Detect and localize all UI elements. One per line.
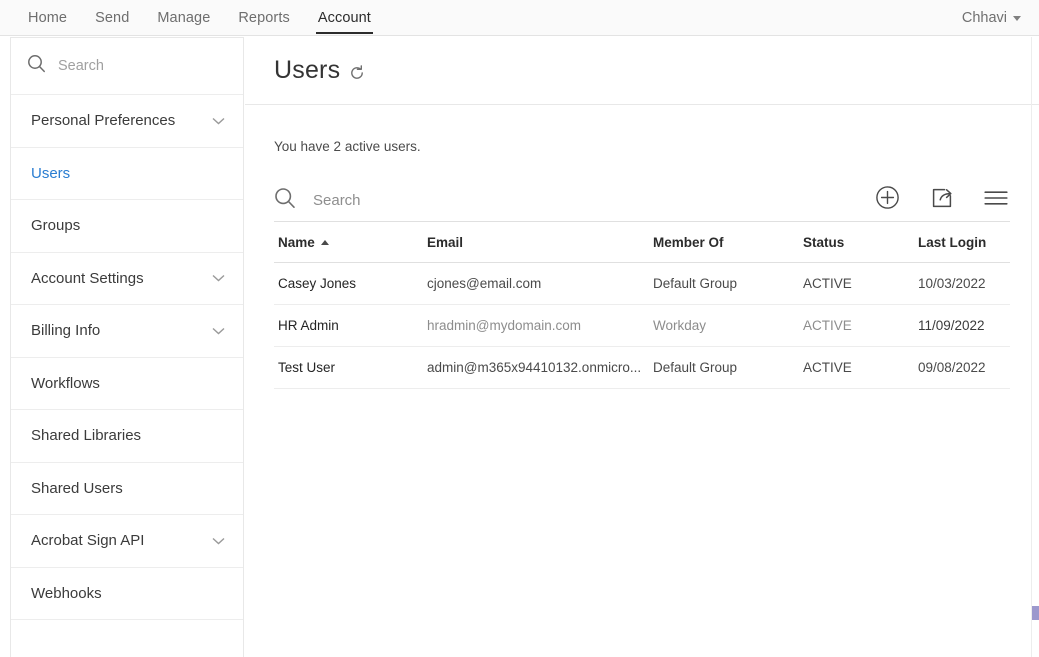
- column-header-label: Name: [278, 235, 315, 250]
- refresh-icon[interactable]: [349, 65, 365, 81]
- nav-item-account[interactable]: Account: [304, 0, 385, 36]
- sidebar-item-label: Shared Users: [31, 480, 123, 497]
- sidebar-item-label: Shared Libraries: [31, 427, 141, 444]
- status-badge: ACTIVE: [803, 347, 918, 389]
- chevron-down-icon: [1013, 16, 1021, 21]
- page-title: Users: [274, 56, 340, 85]
- nav-item-label: Account: [318, 10, 371, 26]
- sidebar-item-account-settings[interactable]: Account Settings: [11, 253, 243, 306]
- user-menu-label: Chhavi: [962, 10, 1007, 26]
- nav-item-label: Reports: [238, 10, 289, 26]
- export-button[interactable]: [930, 186, 954, 215]
- chevron-down-icon: [212, 274, 225, 282]
- column-header-label: Last Login: [918, 235, 986, 250]
- add-user-button[interactable]: [875, 185, 900, 215]
- cell-member-of: Workday: [653, 305, 803, 347]
- cell-name: HR Admin: [274, 305, 427, 347]
- nav-item-label: Send: [95, 10, 129, 26]
- table-row[interactable]: HR Admin hradmin@mydomain.com Workday AC…: [274, 305, 1010, 347]
- nav-item-manage[interactable]: Manage: [143, 0, 224, 36]
- cell-name: Casey Jones: [274, 263, 427, 305]
- status-badge: ACTIVE: [803, 263, 918, 305]
- column-header-email[interactable]: Email: [427, 222, 653, 263]
- options-button[interactable]: [984, 189, 1008, 212]
- sidebar-search-placeholder: Search: [58, 58, 104, 74]
- export-icon: [930, 186, 954, 215]
- chevron-down-icon: [212, 117, 225, 125]
- sidebar-item-shared-libraries[interactable]: Shared Libraries: [11, 410, 243, 463]
- status-badge: ACTIVE: [803, 305, 918, 347]
- column-header-label: Email: [427, 235, 463, 250]
- cell-member-of: Default Group: [653, 263, 803, 305]
- sidebar-item-billing-info[interactable]: Billing Info: [11, 305, 243, 358]
- table-header: Name Email Member Of Status Last Login: [274, 222, 1010, 263]
- app-window: Home Send Manage Reports Account Chhavi: [0, 0, 1039, 657]
- sidebar-item-groups[interactable]: Groups: [11, 200, 243, 253]
- cell-email: admin@m365x94410132.onmicro...: [427, 347, 653, 389]
- sidebar-item-label: Billing Info: [31, 322, 100, 339]
- cell-last-login: 09/08/2022: [918, 347, 1010, 389]
- page-header: Users: [245, 37, 1039, 105]
- table-row[interactable]: Test User admin@m365x94410132.onmicro...…: [274, 347, 1010, 389]
- chevron-down-icon: [212, 537, 225, 545]
- column-header-name[interactable]: Name: [274, 222, 427, 263]
- user-menu[interactable]: Chhavi: [962, 10, 1025, 26]
- table-header-row: Name Email Member Of Status Last Login: [274, 222, 1010, 263]
- hamburger-menu-icon: [984, 189, 1008, 212]
- sidebar-item-workflows[interactable]: Workflows: [11, 358, 243, 411]
- top-nav-items: Home Send Manage Reports Account: [14, 0, 385, 36]
- sidebar-item-label: Webhooks: [31, 585, 102, 602]
- right-edge-divider: [1031, 37, 1032, 657]
- table-toolbar: Search: [274, 179, 1010, 222]
- sidebar-item-users[interactable]: Users: [11, 148, 243, 201]
- nav-item-reports[interactable]: Reports: [224, 0, 303, 36]
- nav-item-label: Manage: [157, 10, 210, 26]
- nav-item-home[interactable]: Home: [14, 0, 81, 36]
- table-body: Casey Jones cjones@email.com Default Gro…: [274, 263, 1010, 389]
- sidebar-item-label: Groups: [31, 217, 80, 234]
- sidebar-item-label: Personal Preferences: [31, 112, 175, 129]
- sidebar-item-label: Users: [31, 165, 70, 182]
- column-header-status[interactable]: Status: [803, 222, 918, 263]
- column-header-last-login[interactable]: Last Login: [918, 222, 1010, 263]
- top-navigation-bar: Home Send Manage Reports Account Chhavi: [0, 0, 1039, 36]
- search-input[interactable]: Search: [274, 179, 875, 222]
- plus-circle-icon: [875, 185, 900, 215]
- cell-email: hradmin@mydomain.com: [427, 305, 653, 347]
- sidebar-item-webhooks[interactable]: Webhooks: [11, 568, 243, 621]
- chevron-down-icon: [212, 327, 225, 335]
- cell-email: cjones@email.com: [427, 263, 653, 305]
- sidebar-item-label: Account Settings: [31, 270, 144, 287]
- cell-last-login: 11/09/2022: [918, 305, 1010, 347]
- active-users-summary: You have 2 active users.: [245, 105, 1039, 154]
- search-input-placeholder: Search: [313, 192, 361, 209]
- column-header-label: Status: [803, 235, 844, 250]
- sidebar: Search Personal Preferences Users Groups…: [10, 37, 244, 657]
- search-icon: [274, 187, 296, 214]
- sidebar-item-personal-preferences[interactable]: Personal Preferences: [11, 95, 243, 148]
- nav-item-send[interactable]: Send: [81, 0, 143, 36]
- nav-item-label: Home: [28, 10, 67, 26]
- cell-member-of: Default Group: [653, 347, 803, 389]
- sidebar-item-acrobat-sign-api[interactable]: Acrobat Sign API: [11, 515, 243, 568]
- sidebar-item-shared-users[interactable]: Shared Users: [11, 463, 243, 516]
- table-row[interactable]: Casey Jones cjones@email.com Default Gro…: [274, 263, 1010, 305]
- search-icon: [27, 54, 46, 78]
- column-header-member-of[interactable]: Member Of: [653, 222, 803, 263]
- cell-last-login: 10/03/2022: [918, 263, 1010, 305]
- sidebar-item-label: Workflows: [31, 375, 100, 392]
- sort-ascending-icon: [321, 240, 329, 245]
- toolbar-actions: [875, 185, 1010, 215]
- sidebar-item-label: Acrobat Sign API: [31, 532, 144, 549]
- main-content: Users You have 2 active users. Search: [245, 37, 1039, 657]
- sidebar-search[interactable]: Search: [11, 38, 243, 95]
- users-table: Name Email Member Of Status Last Login: [274, 222, 1010, 389]
- column-header-label: Member Of: [653, 235, 724, 250]
- scrollbar-thumb[interactable]: [1032, 606, 1039, 620]
- cell-name: Test User: [274, 347, 427, 389]
